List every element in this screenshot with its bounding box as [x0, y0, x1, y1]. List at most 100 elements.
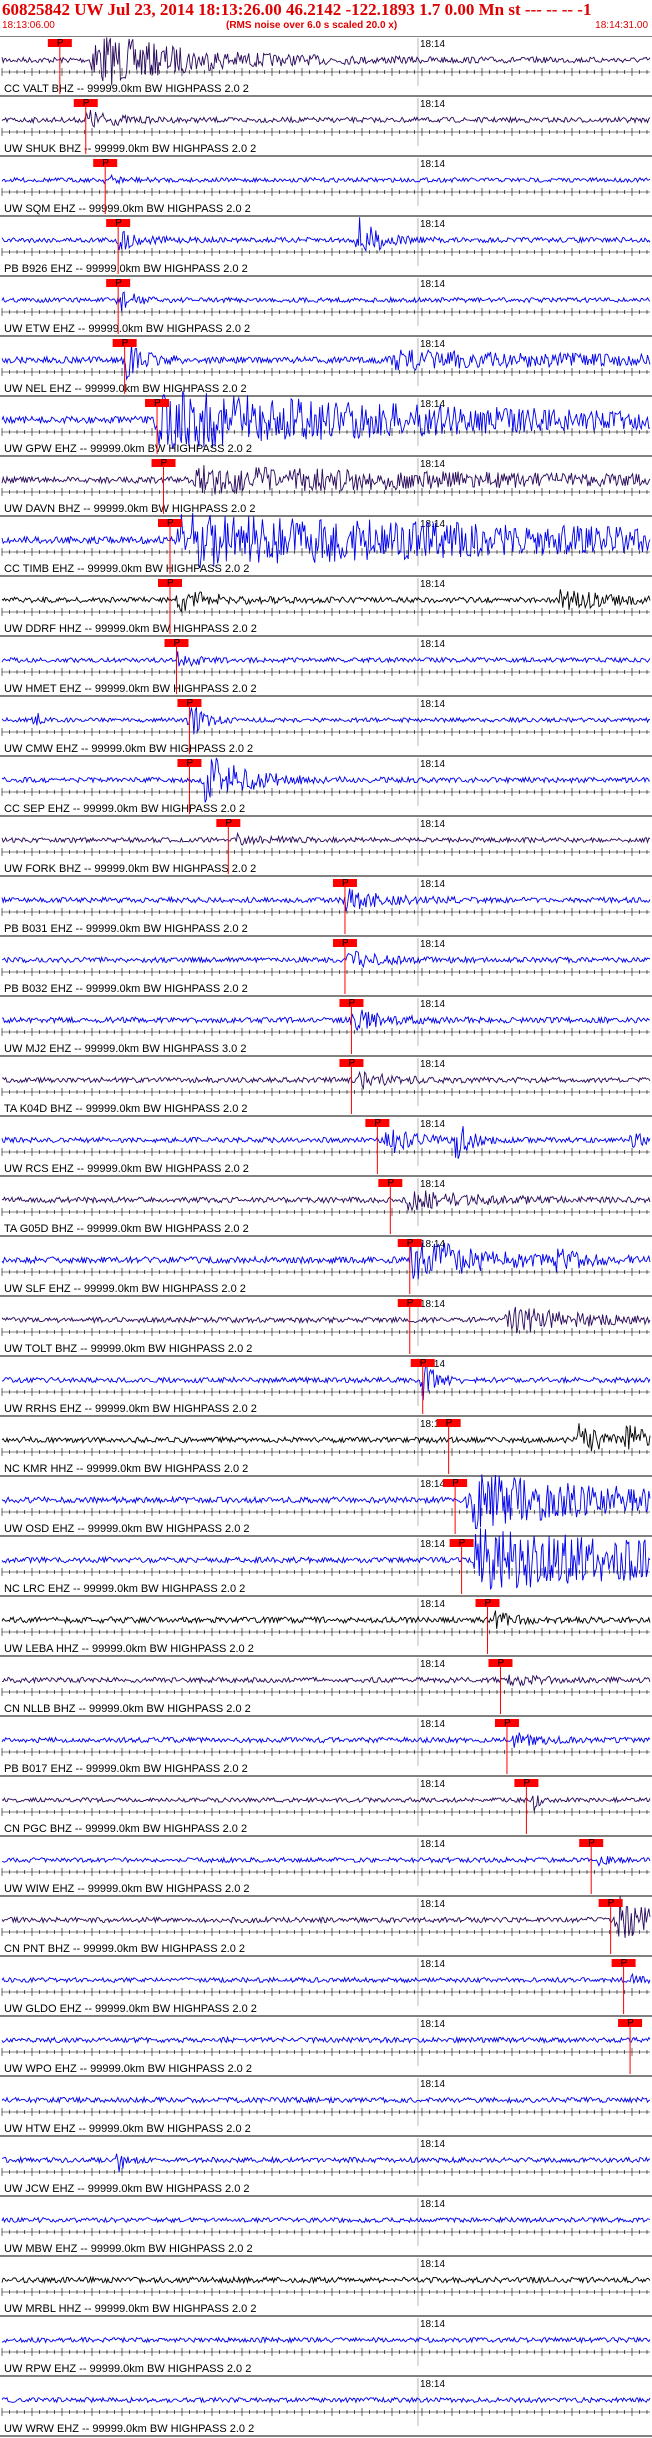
waveform	[1, 589, 651, 613]
station-label: UW RRHS EHZ -- 99999.0km BW HIGHPASS 2.0…	[4, 1403, 257, 1415]
station-label: TA G05D BHZ -- 99999.0km BW HIGHPASS 2.0…	[4, 1223, 249, 1235]
pick-label: P	[452, 1478, 459, 1489]
seismogram-panel: 18:14 CC VALT BHZ -- 99999.0km BW HIGHPAS…	[0, 36, 652, 2438]
pick-label: P	[122, 338, 129, 349]
trace-row: 18:14 UW WRW EHZ -- 99999.0km BW HIGHPASS…	[0, 2375, 652, 2435]
minute-label: 18:14	[420, 1479, 445, 1490]
minute-label: 18:14	[420, 639, 445, 650]
station-label: CN PNT BHZ -- 99999.0km BW HIGHPASS 2.0 …	[4, 1943, 245, 1955]
waveform	[1, 217, 651, 253]
waveform	[1, 465, 651, 495]
minute-label: 18:14	[420, 1719, 445, 1730]
minute-label: 18:14	[420, 2199, 445, 2210]
pick-label: P	[497, 1658, 504, 1669]
station-label: UW RCS EHZ -- 99999.0km BW HIGHPASS 2.0 …	[4, 1163, 249, 1175]
trace-row: 18:14 UW OSD EHZ -- 99999.0km BW HIGHPASS…	[0, 1474, 652, 1535]
minute-label: 18:14	[420, 1539, 445, 1550]
trace-row: 18:14 UW FORK BHZ -- 99999.0km BW HIGHPAS…	[0, 815, 652, 875]
station-label: UW JCW EHZ -- 99999.0km BW HIGHPASS 2.0 …	[4, 2183, 250, 2195]
trace-row: 18:14 CN PNT BHZ -- 99999.0km BW HIGHPASS…	[0, 1895, 652, 1955]
pick-label: P	[154, 398, 161, 409]
station-label: NC LRC EHZ -- 99999.0km BW HIGHPASS 2.0 …	[4, 1583, 245, 1595]
station-label: CN NLLB BHZ -- 99999.0km BW HIGHPASS 2.0…	[4, 1703, 251, 1715]
waveform	[1, 1423, 651, 1452]
station-label: UW LEBA HHZ -- 99999.0km BW HIGHPASS 2.0…	[4, 1643, 254, 1655]
minute-label: 18:14	[420, 1119, 445, 1130]
minute-label: 18:14	[420, 219, 445, 230]
seismogram-traces: 18:14 CC VALT BHZ -- 99999.0km BW HIGHPAS…	[0, 36, 652, 2437]
waveform	[1, 1528, 651, 1590]
minute-label: 18:14	[420, 1839, 445, 1850]
waveform	[1, 2153, 651, 2173]
station-label: UW CMW EHZ -- 99999.0km BW HIGHPASS 2.0 …	[4, 743, 253, 755]
minute-label: 18:14	[420, 1599, 445, 1610]
waveform	[1, 1732, 651, 1748]
station-label: PB B032 EHZ -- 99999.0km BW HIGHPASS 2.0…	[4, 983, 248, 995]
trace-row: 18:14 UW SHUK BHZ -- 99999.0km BW HIGHPAS…	[0, 95, 652, 155]
waveform	[1, 2216, 651, 2224]
pick-label: P	[627, 2018, 634, 2029]
trace-row: 18:14 UW RPW EHZ -- 99999.0km BW HIGHPASS…	[0, 2315, 652, 2375]
station-label: UW GPW EHZ -- 99999.0km BW HIGHPASS 2.0 …	[4, 443, 252, 455]
minute-label: 18:14	[420, 2319, 445, 2330]
pick-label: P	[348, 1058, 355, 1069]
minute-label: 18:14	[420, 2019, 445, 2030]
waveform	[1, 2396, 651, 2404]
waveform	[1, 512, 651, 569]
station-label: UW SLF EHZ -- 99999.0km BW HIGHPASS 2.0 …	[4, 1283, 246, 1295]
trace-row: 18:14 TA G05D BHZ -- 99999.0km BW HIGHPAS…	[0, 1175, 652, 1235]
minute-label: 18:14	[420, 2139, 445, 2150]
trace-row: 18:14 TA K04D BHZ -- 99999.0km BW HIGHPAS…	[0, 1055, 652, 1115]
trace-row: 18:14 UW DAVN BHZ -- 99999.0km BW HIGHPAS…	[0, 455, 652, 515]
station-label: UW OSD EHZ -- 99999.0km BW HIGHPASS 2.0 …	[4, 1523, 250, 1535]
pick-label: P	[186, 698, 193, 709]
minute-label: 18:14	[420, 999, 445, 1010]
record-header: 60825842 UW Jul 23, 2014 18:13:26.00 46.…	[0, 0, 652, 36]
waveform	[1, 1474, 651, 1529]
station-label: CC SEP EHZ -- 99999.0km BW HIGHPASS 2.0 …	[4, 803, 245, 815]
trace-row: 18:14 NC LRC EHZ -- 99999.0km BW HIGHPASS…	[0, 1528, 652, 1595]
station-label: UW HTW EHZ -- 99999.0km BW HIGHPASS 2.0 …	[4, 2123, 251, 2135]
trace-row: 18:14 UW JCW EHZ -- 99999.0km BW HIGHPASS…	[0, 2135, 652, 2195]
window-end-time: 18:14:31.00	[595, 20, 648, 31]
trace-row: 18:14 UW LEBA HHZ -- 99999.0km BW HIGHPAS…	[0, 1595, 652, 1655]
waveform	[1, 37, 651, 86]
waveform	[1, 109, 651, 128]
waveform	[1, 831, 651, 846]
pick-label: P	[348, 998, 355, 1009]
station-label: UW TOLT BHZ -- 99999.0km BW HIGHPASS 2.0…	[4, 1343, 252, 1355]
pick-label: P	[173, 638, 180, 649]
trace-row: 18:14UW RRHS EHZ -- 99999.0km BW HIGHPAS…	[0, 1355, 652, 1415]
pick-label: P	[167, 578, 174, 589]
waveform	[1, 950, 651, 969]
minute-label: 18:14	[420, 339, 445, 350]
station-label: NC KMR HHZ -- 99999.0km BW HIGHPASS 2.0 …	[4, 1463, 248, 1475]
minute-label: 18:14	[420, 879, 445, 890]
station-label: UW ETW EHZ -- 99999.0km BW HIGHPASS 2.0 …	[4, 323, 250, 335]
pick-label: P	[459, 1538, 466, 1549]
pick-label: P	[102, 158, 109, 169]
waveform	[1, 1363, 651, 1401]
pick-label: P	[504, 1718, 511, 1729]
station-label: UW DDRF HHZ -- 99999.0km BW HIGHPASS 2.0…	[4, 623, 257, 635]
station-label: PB B017 EHZ -- 99999.0km BW HIGHPASS 2.0…	[4, 1763, 248, 1775]
waveform	[1, 1972, 651, 1985]
waveform	[1, 173, 651, 185]
trace-row: 18:14 UW NEL EHZ -- 99999.0km BW HIGHPASS…	[0, 335, 652, 395]
trace-row: 18:14 UW GPW EHZ -- 99999.0km BW HIGHPASS…	[0, 391, 652, 455]
station-label: UW MJ2 EHZ -- 99999.0km BW HIGHPASS 3.0 …	[4, 1043, 246, 1055]
pick-label: P	[621, 1958, 628, 1969]
waveform	[1, 291, 651, 312]
waveform	[1, 1610, 651, 1629]
scaling-note: (RMS noise over 6.0 s scaled 20.0 x)	[226, 20, 398, 31]
pick-label: P	[167, 518, 174, 529]
trace-row: 18:14 UW CMW EHZ -- 99999.0km BW HIGHPASS…	[0, 695, 652, 755]
waveform	[1, 1855, 651, 1867]
minute-label: 18:14	[420, 1059, 445, 1070]
station-label: PB B926 EHZ -- 99999.0km BW HIGHPASS 2.0…	[4, 263, 248, 275]
minute-label: 18:14	[420, 759, 445, 770]
minute-label: 18:14	[420, 579, 445, 590]
station-label: UW WIW EHZ -- 99999.0km BW HIGHPASS 2.0 …	[4, 1883, 250, 1895]
pick-label: P	[342, 938, 349, 949]
waveform	[1, 651, 651, 667]
